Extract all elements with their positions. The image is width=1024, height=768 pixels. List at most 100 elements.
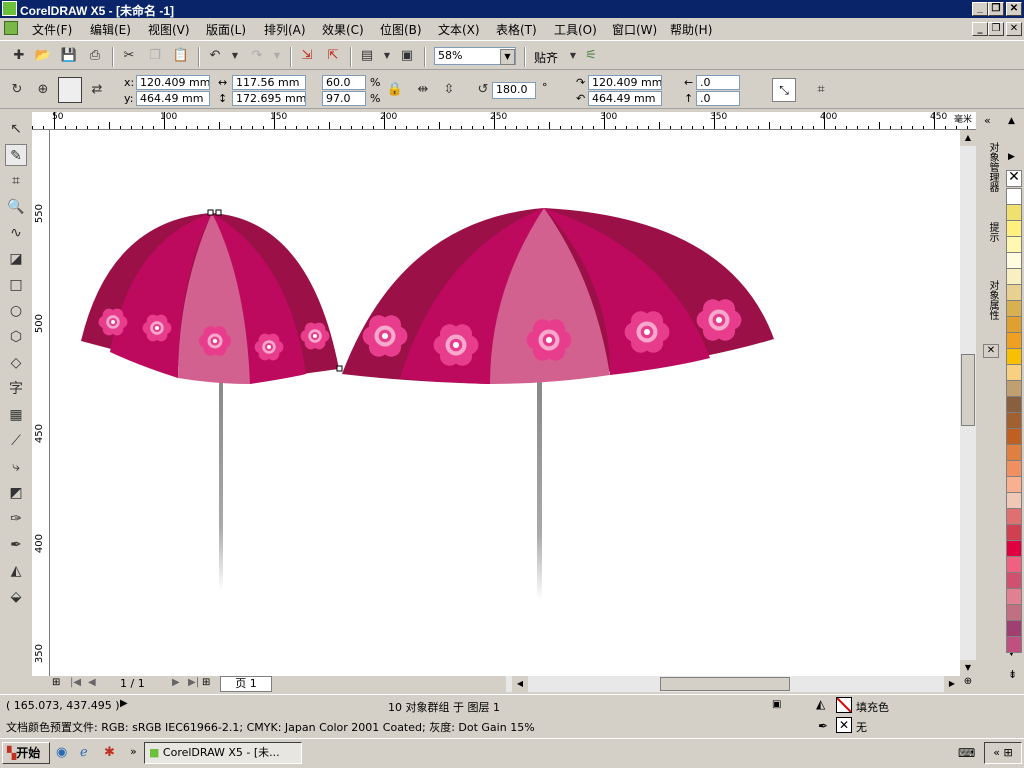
- taskbar-coreldraw-button[interactable]: ■ CorelDRAW X5 - [未...: [144, 742, 302, 764]
- rotation-field[interactable]: 180.0: [492, 82, 536, 99]
- mirror-icon[interactable]: ⇄: [88, 81, 106, 99]
- color-swatch[interactable]: [1006, 300, 1022, 317]
- color-swatch[interactable]: [1006, 396, 1022, 413]
- scroll-up-icon[interactable]: ▲: [960, 130, 976, 146]
- zoom-tool-icon[interactable]: 🔍: [5, 196, 27, 218]
- menu-bitmaps[interactable]: 位图(B): [380, 21, 422, 38]
- pick-tool-icon[interactable]: ↖: [5, 118, 27, 140]
- undo-dropdown-icon[interactable]: ▼: [226, 47, 244, 65]
- width-field[interactable]: 117.56 mm: [232, 75, 306, 90]
- color-swatch[interactable]: [1006, 556, 1022, 573]
- text-tool-icon[interactable]: 字: [5, 378, 27, 400]
- color-swatch[interactable]: [1006, 348, 1022, 365]
- color-swatch[interactable]: [1006, 252, 1022, 269]
- color-swatch[interactable]: [1006, 620, 1022, 637]
- print-icon[interactable]: ⎙: [86, 47, 104, 65]
- tab-page-1[interactable]: 页 1: [220, 676, 272, 692]
- color-swatch[interactable]: [1006, 476, 1022, 493]
- welcome-screen-icon[interactable]: ▣: [398, 47, 416, 65]
- paste-icon[interactable]: 📋: [172, 47, 190, 65]
- menu-view[interactable]: 视图(V): [148, 21, 190, 38]
- smart-fill-icon[interactable]: ◪: [5, 248, 27, 270]
- tab-hints[interactable]: 提示: [985, 222, 1000, 242]
- horizontal-scroll-thumb[interactable]: [660, 677, 790, 691]
- minimize-button[interactable]: _: [972, 2, 988, 16]
- interactive-fill-icon[interactable]: ⬙: [5, 586, 27, 608]
- crop-tool-icon[interactable]: ⌗: [5, 170, 27, 192]
- scroll-right-icon[interactable]: ▶: [944, 676, 960, 692]
- add-perspective-icon[interactable]: ⌗: [812, 81, 830, 99]
- close-button[interactable]: ✕: [1006, 2, 1022, 16]
- umbrella-artwork[interactable]: [50, 130, 960, 676]
- previous-page-icon[interactable]: ◀: [88, 677, 96, 688]
- next-page-icon[interactable]: ▶: [172, 677, 180, 688]
- rotation-center-x-field[interactable]: 120.409 mm: [588, 75, 662, 90]
- quick-launch-more-icon[interactable]: »: [130, 745, 137, 758]
- add-page-before-icon[interactable]: ⊞: [52, 677, 60, 688]
- redo-dropdown-icon[interactable]: ▼: [268, 47, 286, 65]
- scale-height-field[interactable]: 97.0: [322, 91, 366, 106]
- color-swatch[interactable]: [1006, 428, 1022, 445]
- app-launcher-dropdown-icon[interactable]: ▼: [378, 47, 396, 65]
- system-tray[interactable]: « ⊞: [984, 742, 1022, 764]
- menu-arrange[interactable]: 排列(A): [264, 21, 306, 38]
- color-swatch[interactable]: [1006, 604, 1022, 621]
- navigator-icon[interactable]: ⊕: [960, 676, 976, 692]
- fill-swatch[interactable]: [836, 697, 852, 713]
- start-button[interactable]: ▚开始: [2, 742, 50, 764]
- save-icon[interactable]: 💾: [60, 47, 78, 65]
- mirror-horizontal-icon[interactable]: ⇹: [414, 81, 432, 99]
- import-icon[interactable]: ⇲: [298, 47, 316, 65]
- table-tool-icon[interactable]: ▦: [5, 404, 27, 426]
- fill-tool-icon[interactable]: ◭: [5, 560, 27, 582]
- export-icon[interactable]: ⇱: [324, 47, 342, 65]
- copy-icon[interactable]: ❐: [146, 47, 164, 65]
- vertical-scroll-thumb[interactable]: [961, 354, 975, 426]
- color-swatch[interactable]: [1006, 364, 1022, 381]
- options-icon[interactable]: ⚟: [582, 47, 600, 65]
- scale-with-image-icon[interactable]: ⤡: [772, 78, 796, 102]
- color-swatch[interactable]: [1006, 508, 1022, 525]
- color-swatch[interactable]: [1006, 636, 1022, 653]
- menu-tools[interactable]: 工具(O): [554, 21, 597, 38]
- status-expand-icon[interactable]: ▶: [120, 698, 128, 709]
- color-swatch[interactable]: [1006, 460, 1022, 477]
- shape-tool-icon[interactable]: ✎: [5, 144, 27, 166]
- reference-point-icon[interactable]: [58, 77, 82, 103]
- last-page-icon[interactable]: ▶|: [188, 677, 199, 688]
- connector-tool-icon[interactable]: ⤷: [5, 456, 27, 478]
- color-swatch[interactable]: [1006, 284, 1022, 301]
- open-icon[interactable]: 📂: [34, 47, 52, 65]
- add-page-after-icon[interactable]: ⊞: [202, 677, 210, 688]
- outline-pen-icon[interactable]: ✒: [5, 534, 27, 556]
- menu-file[interactable]: 文件(F): [32, 21, 72, 38]
- scroll-down-icon[interactable]: ▼: [960, 660, 976, 676]
- menu-edit[interactable]: 编辑(E): [90, 21, 131, 38]
- rotation-center-y-field[interactable]: 464.49 mm: [588, 91, 662, 106]
- skew-vertical-field[interactable]: .0: [696, 91, 740, 106]
- palette-flyout-icon[interactable]: ▶: [1008, 152, 1015, 162]
- doc-close-button[interactable]: ✕: [1006, 22, 1022, 36]
- lock-ratio-icon[interactable]: 🔒: [386, 81, 404, 99]
- vertical-scrollbar[interactable]: ▲ ▼: [960, 130, 976, 676]
- object-origin-icon[interactable]: ⊕: [34, 81, 52, 99]
- outline-swatch[interactable]: ✕: [836, 717, 852, 733]
- x-position-field[interactable]: 120.409 mm: [136, 75, 210, 90]
- doc-restore-button[interactable]: ❐: [988, 22, 1004, 36]
- menu-effects[interactable]: 效果(C): [322, 21, 364, 38]
- snap-dropdown-icon[interactable]: ▼: [564, 47, 582, 65]
- menu-text[interactable]: 文本(X): [438, 21, 480, 38]
- palette-scroll-up-icon[interactable]: ▲: [1008, 116, 1015, 126]
- color-swatch[interactable]: [1006, 316, 1022, 333]
- skew-horizontal-field[interactable]: .0: [696, 75, 740, 90]
- color-swatch[interactable]: [1006, 524, 1022, 541]
- redo-icon[interactable]: ↷: [248, 47, 266, 65]
- rectangle-tool-icon[interactable]: □: [5, 274, 27, 296]
- menu-layout[interactable]: 版面(L): [206, 21, 246, 38]
- color-profile-info[interactable]: 文档颜色预置文件: RGB: sRGB IEC61966-2.1; CMYK: …: [6, 719, 535, 735]
- right-umbrella-pole[interactable]: [537, 382, 542, 600]
- color-swatch[interactable]: [1006, 268, 1022, 285]
- ellipse-tool-icon[interactable]: ○: [5, 300, 27, 322]
- color-swatch[interactable]: [1006, 492, 1022, 509]
- menu-table[interactable]: 表格(T): [496, 21, 537, 38]
